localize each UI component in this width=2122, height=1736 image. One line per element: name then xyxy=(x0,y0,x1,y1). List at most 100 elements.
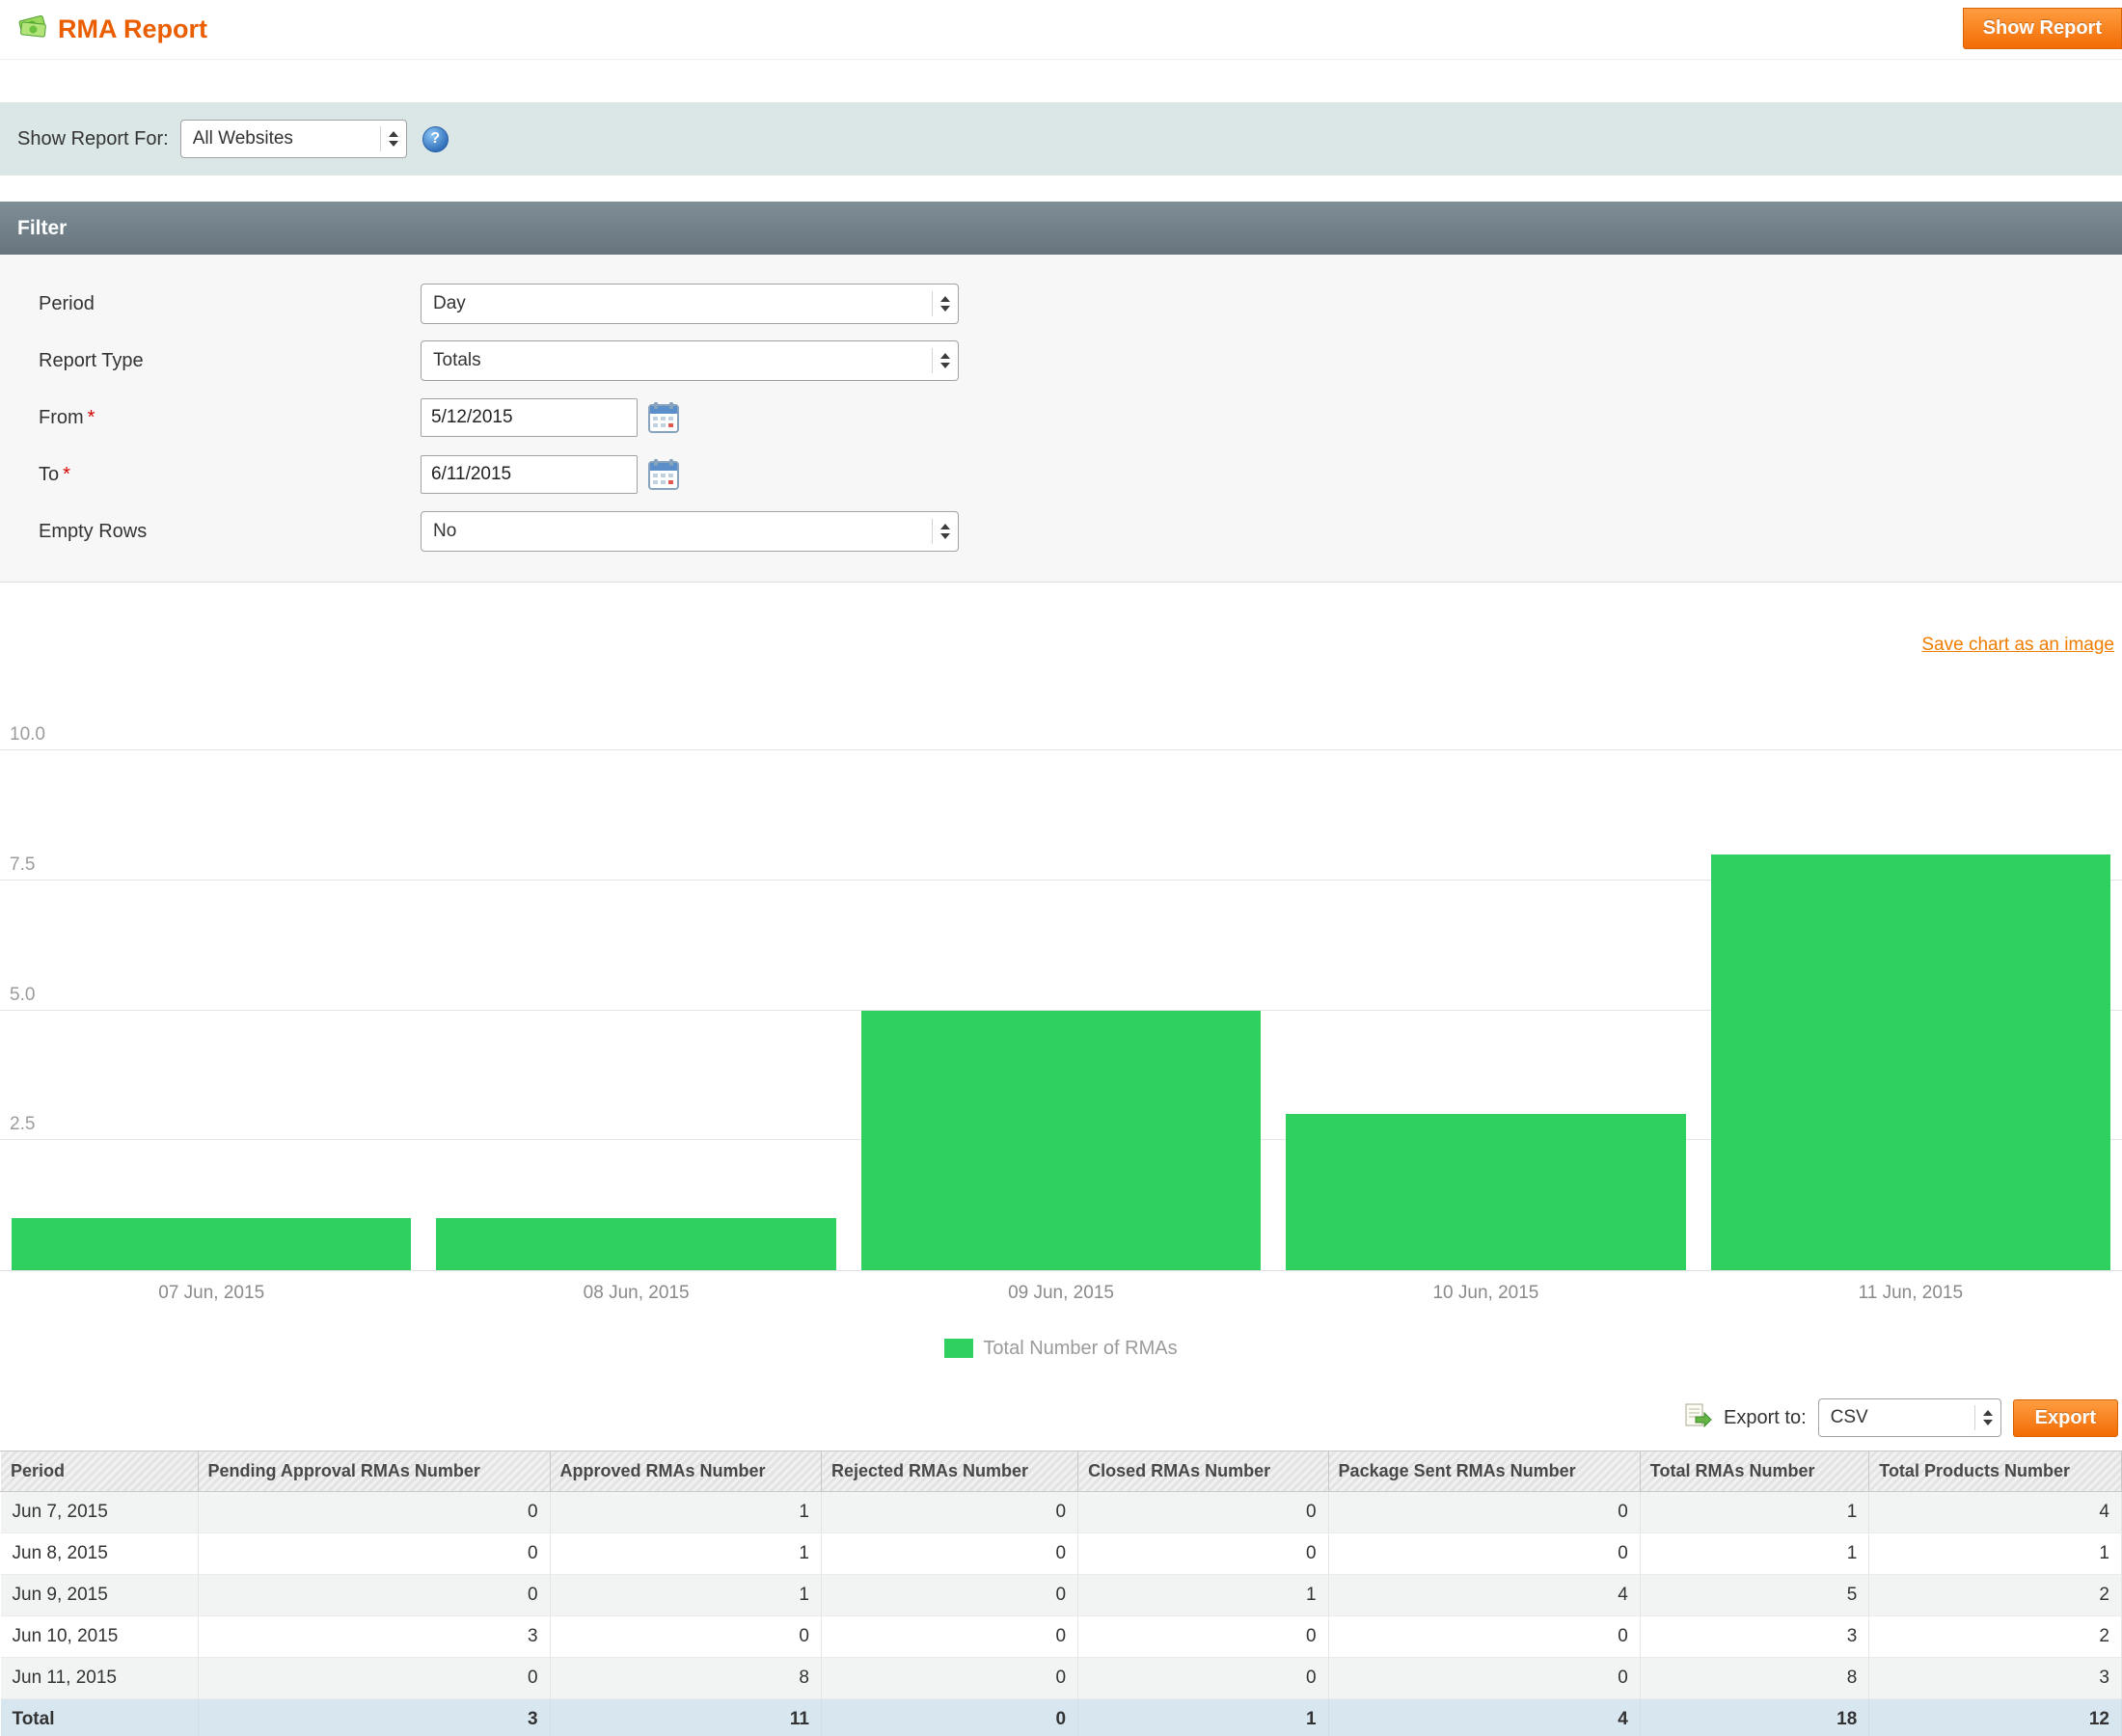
column-header: Period xyxy=(1,1451,199,1492)
total-value-cell: 1 xyxy=(1078,1699,1328,1736)
value-cell: 3 xyxy=(1869,1658,2122,1699)
field-row-report-type: Report Type Totals xyxy=(39,340,2122,381)
save-chart-link[interactable]: Save chart as an image xyxy=(1921,635,2114,655)
filter-panel-body: Period Day Report Type Totals From* xyxy=(0,255,2122,583)
export-row: Export to: CSV Export xyxy=(0,1397,2122,1439)
x-axis-label: 11 Jun, 2015 xyxy=(1711,1283,2110,1304)
value-cell: 0 xyxy=(822,1658,1078,1699)
select-arrows-icon xyxy=(1974,1405,1993,1430)
help-icon[interactable]: ? xyxy=(422,126,449,152)
chart-bar-column xyxy=(861,750,1261,1270)
website-select-value: All Websites xyxy=(193,128,293,149)
chart-bar xyxy=(12,1218,411,1270)
calendar-icon[interactable] xyxy=(647,401,680,434)
value-cell: 0 xyxy=(822,1492,1078,1533)
chart-bar-column xyxy=(1286,750,1685,1270)
field-row-period: Period Day xyxy=(39,284,2122,324)
column-header: Total RMAs Number xyxy=(1640,1451,1868,1492)
rma-report-icon xyxy=(17,14,48,45)
value-cell: 3 xyxy=(198,1616,550,1658)
required-asterisk: * xyxy=(63,464,70,485)
column-header: Closed RMAs Number xyxy=(1078,1451,1328,1492)
chart-bars xyxy=(0,750,2122,1270)
filter-title: Filter xyxy=(17,217,67,240)
value-cell: 2 xyxy=(1869,1616,2122,1658)
required-asterisk: * xyxy=(88,407,95,428)
column-header: Pending Approval RMAs Number xyxy=(198,1451,550,1492)
select-arrows-icon xyxy=(380,126,398,151)
value-cell: 0 xyxy=(198,1533,550,1575)
chart-bar-column xyxy=(12,750,411,1270)
chart-bar xyxy=(436,1218,835,1270)
value-cell: 0 xyxy=(1078,1533,1328,1575)
value-cell: 2 xyxy=(1869,1575,2122,1616)
report-type-label: Report Type xyxy=(39,350,421,372)
chart-bar xyxy=(1286,1114,1685,1270)
value-cell: 0 xyxy=(1328,1658,1640,1699)
value-cell: 4 xyxy=(1328,1575,1640,1616)
export-to-label: Export to: xyxy=(1724,1407,1807,1429)
y-axis-tick-label: 10.0 xyxy=(10,724,45,746)
value-cell: 8 xyxy=(550,1658,821,1699)
period-cell: Jun 7, 2015 xyxy=(1,1492,199,1533)
period-label: Period xyxy=(39,293,421,315)
to-date-input[interactable] xyxy=(421,455,638,494)
select-arrows-icon xyxy=(932,519,950,544)
table-total-row: Total3110141812 xyxy=(1,1699,2122,1736)
from-label: From* xyxy=(39,407,421,429)
chart-x-axis-labels: 07 Jun, 2015 08 Jun, 2015 09 Jun, 2015 10 J… xyxy=(0,1283,2122,1304)
table-row: Jun 8, 20150100011 xyxy=(1,1533,2122,1575)
report-type-select[interactable]: Totals xyxy=(421,340,959,381)
x-axis-label: 08 Jun, 2015 xyxy=(436,1283,835,1304)
filter-panel: Filter Period Day Report Type Totals Fro… xyxy=(0,202,2122,583)
legend-label: Total Number of RMAs xyxy=(983,1338,1177,1360)
x-axis-label: 09 Jun, 2015 xyxy=(861,1283,1261,1304)
show-report-button[interactable]: Show Report xyxy=(1963,8,2122,49)
table-row: Jun 9, 20150101452 xyxy=(1,1575,2122,1616)
period-cell: Jun 8, 2015 xyxy=(1,1533,199,1575)
total-value-cell: 11 xyxy=(550,1699,821,1736)
field-row-from: From* xyxy=(39,397,2122,438)
chart-bar-column xyxy=(436,750,835,1270)
total-value-cell: 0 xyxy=(822,1699,1078,1736)
value-cell: 1 xyxy=(550,1492,821,1533)
period-cell: Jun 10, 2015 xyxy=(1,1616,199,1658)
field-row-empty-rows: Empty Rows No xyxy=(39,511,2122,552)
total-value-cell: 12 xyxy=(1869,1699,2122,1736)
calendar-icon[interactable] xyxy=(647,458,680,491)
page-title-wrap: RMA Report xyxy=(17,6,207,45)
value-cell: 1 xyxy=(550,1533,821,1575)
empty-rows-label: Empty Rows xyxy=(39,521,421,543)
period-cell: Jun 9, 2015 xyxy=(1,1575,199,1616)
table-row: Jun 10, 20153000032 xyxy=(1,1616,2122,1658)
export-format-select[interactable]: CSV xyxy=(1818,1398,2001,1437)
value-cell: 4 xyxy=(1869,1492,2122,1533)
column-header: Total Products Number xyxy=(1869,1451,2122,1492)
chart-bar xyxy=(1711,854,2110,1270)
value-cell: 1 xyxy=(1640,1533,1868,1575)
table-row: Jun 7, 20150100014 xyxy=(1,1492,2122,1533)
empty-rows-select[interactable]: No xyxy=(421,511,959,552)
to-label: To* xyxy=(39,464,421,486)
value-cell: 0 xyxy=(822,1533,1078,1575)
page-title: RMA Report xyxy=(58,14,207,44)
filter-panel-header: Filter xyxy=(0,202,2122,255)
export-button[interactable]: Export xyxy=(2013,1399,2118,1437)
from-date-input[interactable] xyxy=(421,398,638,437)
chart-legend: Total Number of RMAs xyxy=(0,1335,2122,1362)
value-cell: 0 xyxy=(822,1575,1078,1616)
table-header-row: PeriodPending Approval RMAs NumberApprov… xyxy=(1,1451,2122,1492)
value-cell: 1 xyxy=(1078,1575,1328,1616)
x-axis-label: 07 Jun, 2015 xyxy=(12,1283,411,1304)
website-select[interactable]: All Websites xyxy=(180,120,407,158)
value-cell: 0 xyxy=(822,1616,1078,1658)
total-label-cell: Total xyxy=(1,1699,199,1736)
export-icon xyxy=(1683,1402,1712,1434)
field-row-to: To* xyxy=(39,454,2122,495)
period-select[interactable]: Day xyxy=(421,284,959,324)
x-axis-label: 10 Jun, 2015 xyxy=(1286,1283,1685,1304)
value-cell: 8 xyxy=(1640,1658,1868,1699)
column-header: Rejected RMAs Number xyxy=(822,1451,1078,1492)
value-cell: 0 xyxy=(198,1658,550,1699)
value-cell: 0 xyxy=(1078,1616,1328,1658)
